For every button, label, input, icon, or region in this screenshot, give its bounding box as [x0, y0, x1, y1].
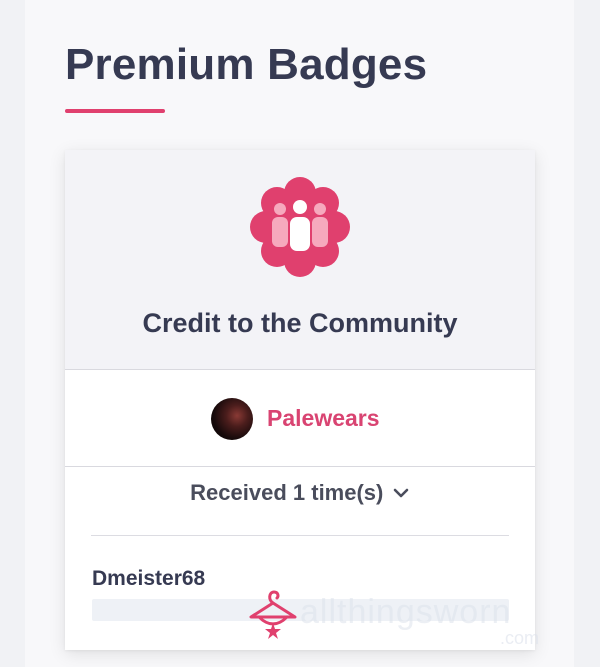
avatar[interactable] — [211, 398, 253, 440]
community-group-icon — [250, 177, 350, 277]
received-label: Received 1 time(s) — [190, 480, 384, 505]
badge-header: Credit to the Community — [65, 150, 535, 370]
badge-name: Credit to the Community — [142, 308, 458, 338]
divider — [91, 535, 509, 536]
received-toggle[interactable]: Received 1 time(s) — [65, 480, 535, 520]
hanger-logo-icon — [249, 590, 297, 639]
watermark-suffix: .com — [500, 628, 540, 648]
recipient-username-link[interactable]: Dmeister68 — [92, 567, 205, 591]
watermark-text: allthingsworn — [300, 593, 512, 631]
badge-owner-row: Palewears — [65, 370, 535, 467]
owner-username-link[interactable]: Palewears — [267, 405, 380, 432]
page-title: Premium Badges — [65, 40, 428, 89]
chevron-down-icon — [393, 488, 409, 498]
title-underline — [65, 109, 165, 113]
badge-card: Credit to the Community Palewears Receiv… — [65, 150, 535, 650]
